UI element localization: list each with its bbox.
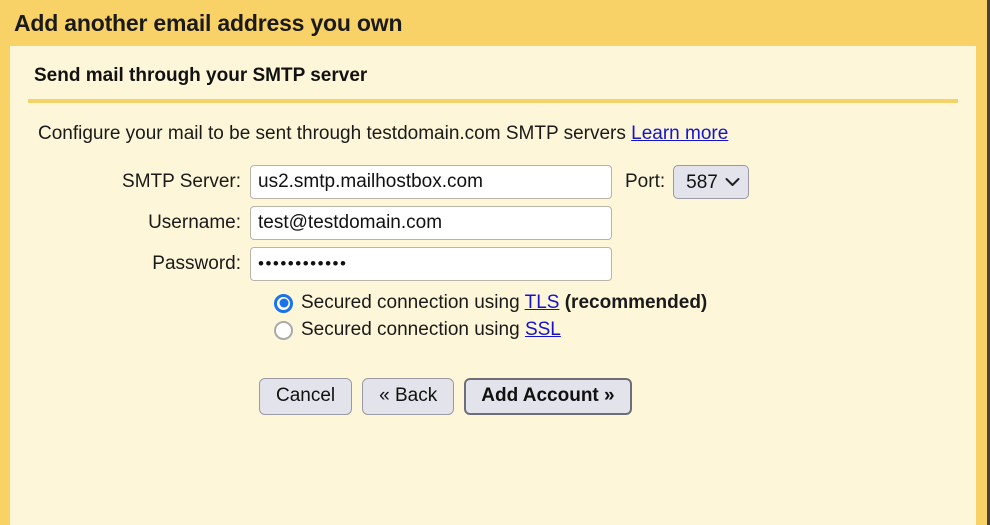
tls-text-before: Secured connection using [301,292,525,313]
password-row: Password: [10,247,976,281]
dialog-title: Add another email address you own [14,9,403,36]
add-email-dialog: Add another email address you own Send m… [0,0,990,525]
ssl-text-before: Secured connection using [301,319,525,340]
back-button[interactable]: « Back [362,378,455,415]
intro-paragraph: Configure your mail to be sent through t… [10,103,976,145]
port-label: Port: [625,171,666,192]
add-account-button[interactable]: Add Account » [464,378,632,415]
cancel-button[interactable]: Cancel [259,378,353,415]
username-input[interactable] [250,206,612,240]
smtp-server-row: SMTP Server: Port: 587 [10,165,976,199]
ssl-link[interactable]: SSL [525,319,561,340]
username-row: Username: [10,206,976,240]
security-option-ssl-label: Secured connection using SSL [301,319,561,341]
port-select-wrapper: 587 [673,165,750,199]
dialog-actions: Cancel « Back Add Account » [10,378,976,415]
password-input[interactable] [250,247,612,281]
tls-link[interactable]: TLS [525,292,560,313]
dialog-body: Send mail through your SMTP server Confi… [10,46,976,525]
port-select[interactable]: 587 [673,165,750,199]
smtp-server-label: SMTP Server: [122,171,241,192]
security-option-tls-label: Secured connection using TLS (recommende… [301,292,707,314]
security-radio-group: Secured connection using TLS (recommende… [10,292,976,341]
security-option-ssl[interactable]: Secured connection using SSL [274,319,976,341]
radio-tls-icon[interactable] [274,293,293,313]
intro-text: Configure your mail to be sent through t… [38,123,626,144]
security-option-tls[interactable]: Secured connection using TLS (recommende… [274,292,976,314]
smtp-server-input[interactable] [250,165,612,199]
dialog-titlebar: Add another email address you own [0,0,987,46]
radio-ssl-icon[interactable] [274,320,293,340]
username-label: Username: [148,212,241,233]
tls-recommended-suffix: (recommended) [559,292,708,313]
smtp-form: SMTP Server: Port: 587 Username: Passwor… [10,165,976,415]
learn-more-link[interactable]: Learn more [631,123,728,144]
password-label: Password: [152,253,241,274]
section-title: Send mail through your SMTP server [34,65,368,86]
